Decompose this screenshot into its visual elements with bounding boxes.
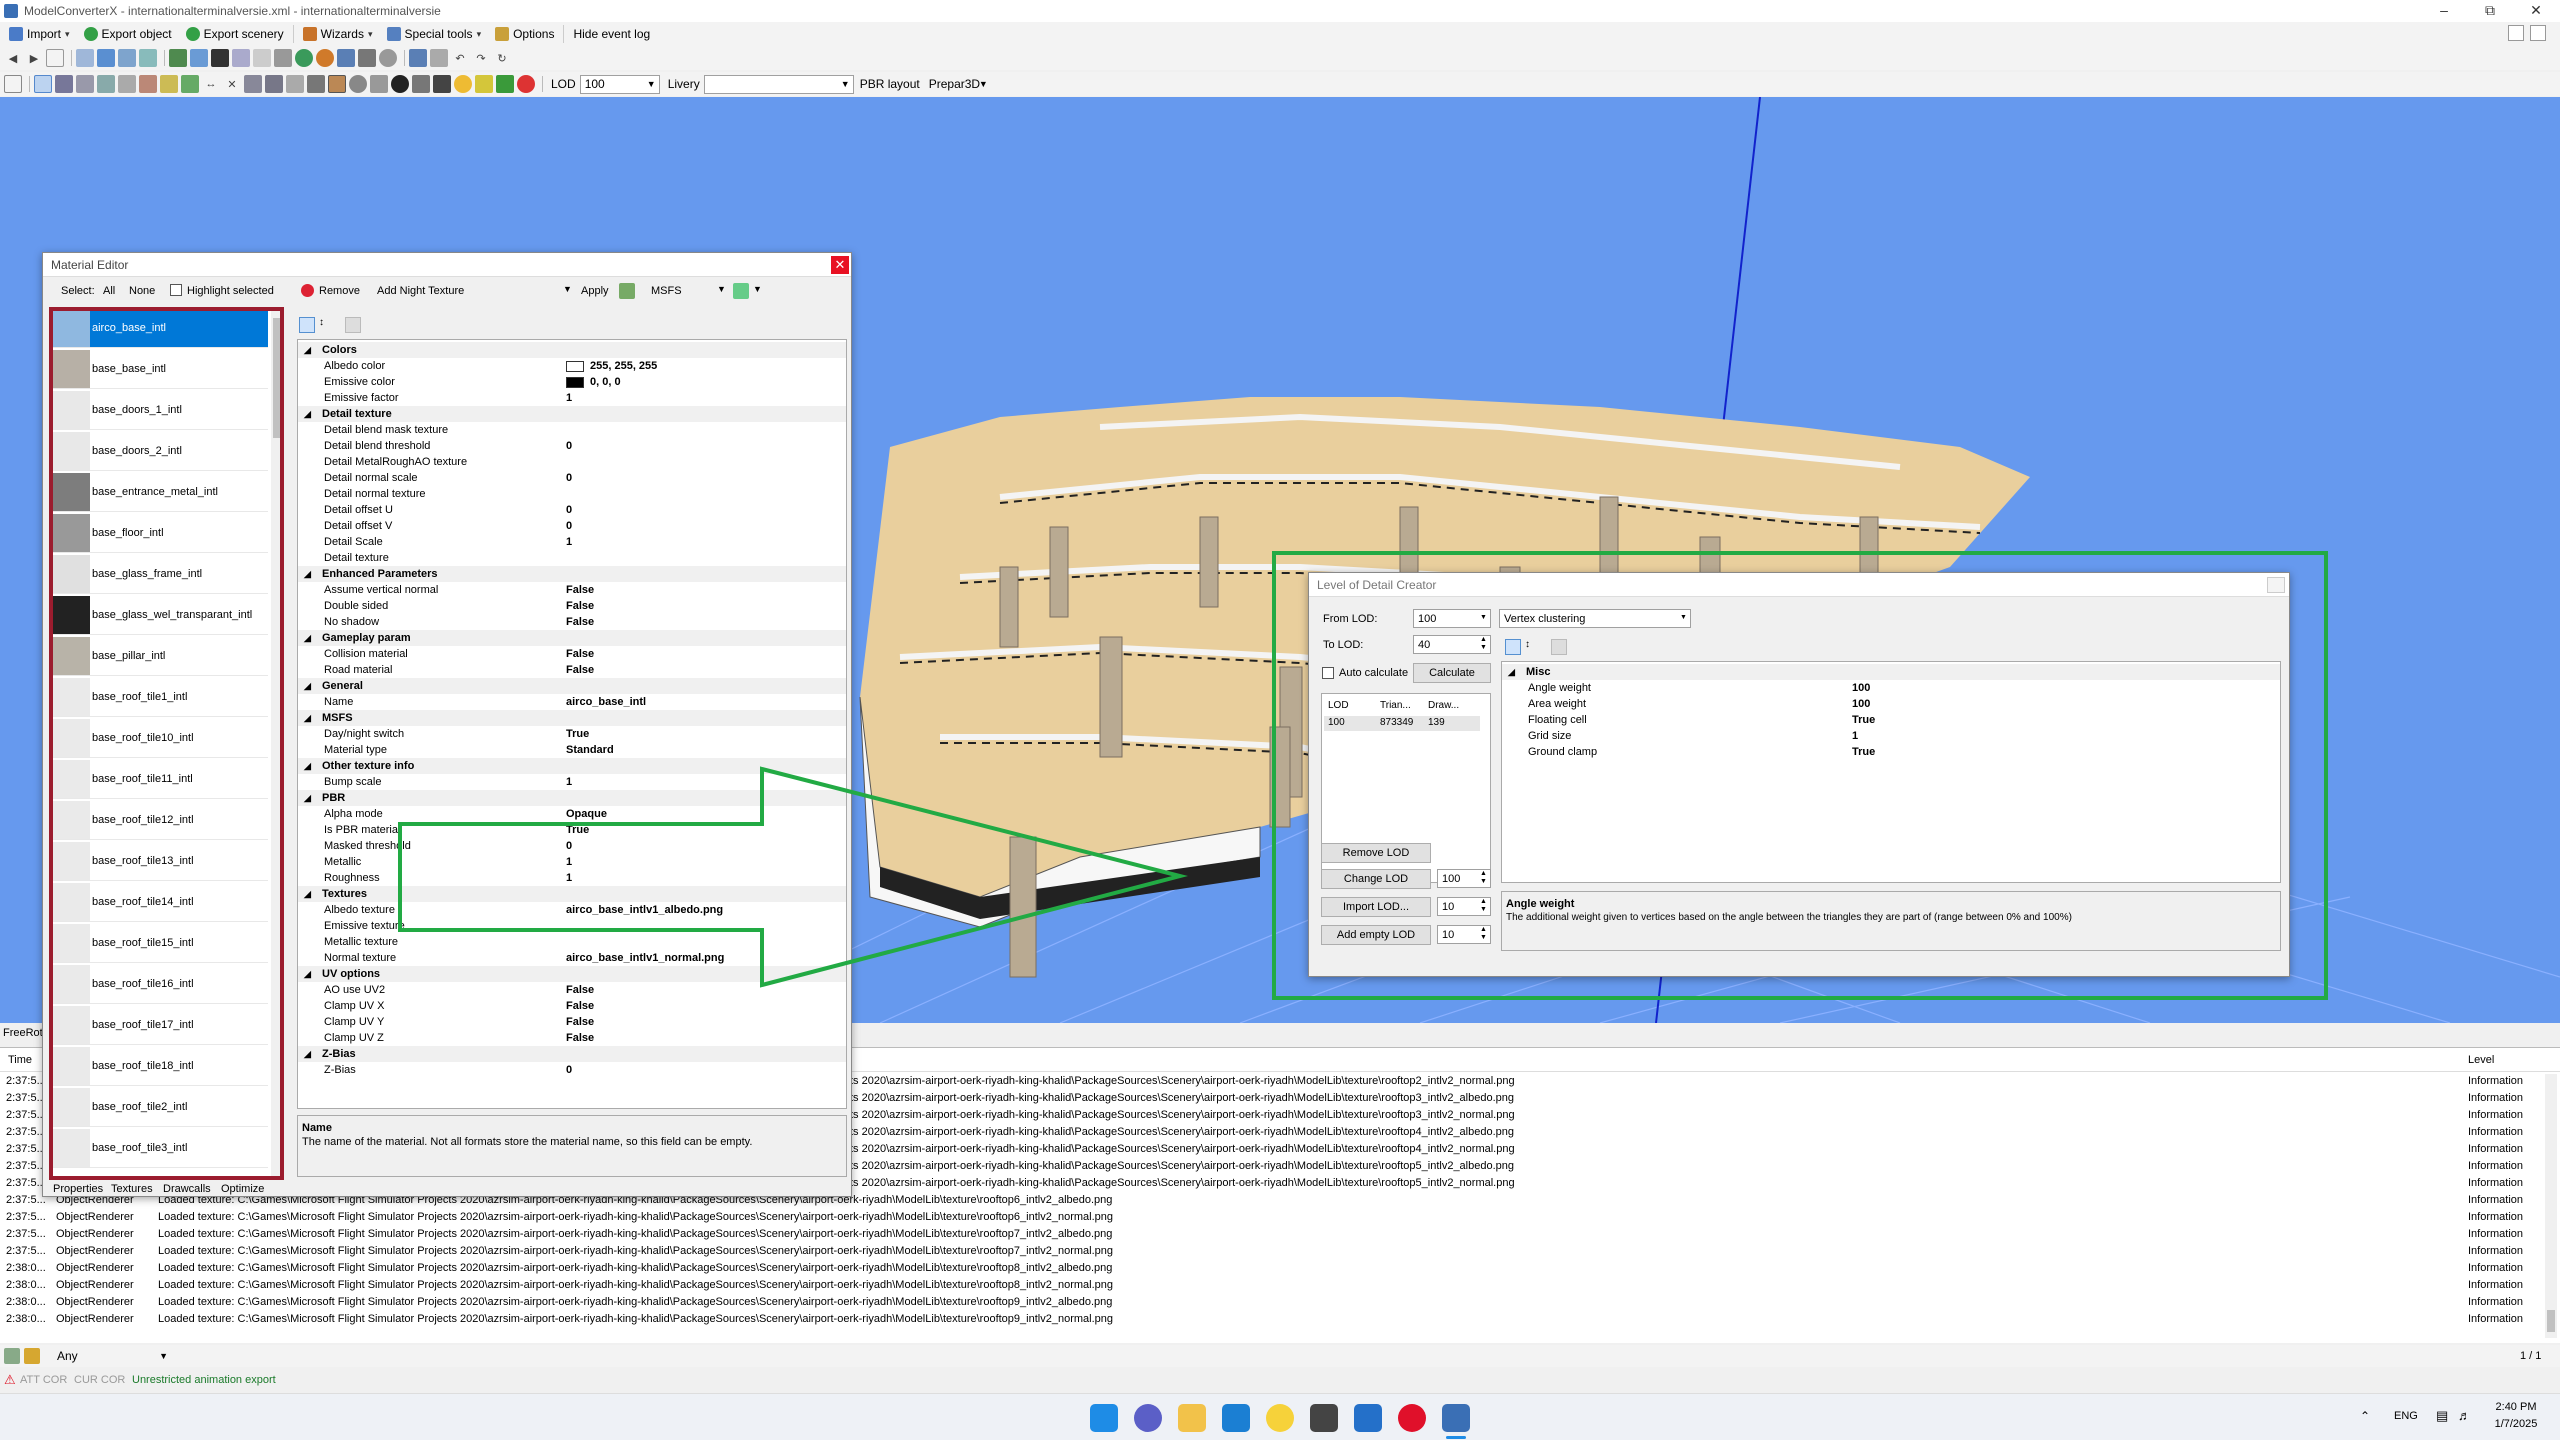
flight-sim-icon[interactable] — [1310, 1404, 1338, 1432]
lod-property-name: Area weight — [1528, 698, 1587, 710]
from-lod-value: 100 — [1418, 612, 1437, 625]
lod-row-drawcalls: 139 — [1428, 717, 1445, 728]
from-lod-label: From LOD: — [1323, 613, 1378, 625]
language-indicator[interactable]: ENG — [2394, 1410, 2418, 1422]
lod-creator-title: Level of Detail Creator — [1317, 577, 1437, 592]
taskbar: ⌃ ENG ▤ ♬ 2:40 PM 1/7/2025 — [0, 1393, 2560, 1440]
change-lod-value: 100 — [1442, 872, 1461, 885]
spinner-icon[interactable]: ▲ ▼ — [1479, 898, 1488, 914]
lod-property-name: Grid size — [1528, 730, 1572, 742]
auto-calculate-label: Auto calculate — [1339, 667, 1409, 679]
lod-creator-close-button[interactable] — [2267, 577, 2285, 593]
lod-misc-category-label: Misc — [1526, 666, 1551, 678]
calculate-button[interactable]: Calculate — [1413, 663, 1491, 683]
to-lod-value: 40 — [1418, 638, 1431, 651]
lod-creator-titlebar: Level of Detail Creator — [1309, 573, 2289, 597]
add-empty-lod-value: 10 — [1442, 928, 1455, 941]
duck-icon[interactable] — [1266, 1404, 1294, 1432]
to-lod-stepper[interactable]: 40 ▲ ▼ — [1413, 635, 1491, 654]
lod-property-name: Floating cell — [1528, 714, 1587, 726]
clock-date[interactable]: 1/7/2025 — [2486, 1418, 2546, 1430]
to-lod-label: To LOD: — [1323, 639, 1364, 651]
lod-property-rows: Angle weight 100 Area weight 100 Floating ce… — [1502, 680, 2280, 880]
lod-table-header-drawcalls: Draw... — [1428, 700, 1460, 711]
add-empty-lod-stepper[interactable]: 10 ▲ ▼ — [1437, 925, 1491, 944]
spinner-icon[interactable]: ▲ ▼ — [1479, 870, 1488, 886]
lod-table-header-lod: LOD — [1328, 700, 1349, 711]
green-arrow — [398, 766, 1188, 988]
change-lod-stepper[interactable]: 100 ▲ ▼ — [1437, 869, 1491, 888]
chat-icon[interactable] — [1134, 1404, 1162, 1432]
change-lod-button[interactable]: Change LOD — [1321, 869, 1431, 889]
collapse-icon: ◢ — [1508, 666, 1515, 677]
lod-property-value[interactable]: True — [1852, 746, 1875, 758]
lod-misc-category[interactable]: ◢ Misc — [1502, 664, 2280, 680]
import-lod-stepper[interactable]: 10 ▲ ▼ — [1437, 897, 1491, 916]
spinner-icon[interactable]: ▲ ▼ — [1479, 636, 1488, 652]
spinner-icon[interactable]: ▲ ▼ — [1479, 926, 1488, 942]
add-empty-lod-button[interactable]: Add empty LOD — [1321, 925, 1431, 945]
app-icon-blue[interactable] — [1354, 1404, 1382, 1432]
lod-table-header-triangles: Trian... — [1380, 700, 1411, 711]
lod-creator-window: Level of Detail Creator From LOD: 100 ▼ V… — [1308, 572, 2290, 977]
lod-property-row[interactable]: Angle weight 100 — [1502, 680, 2280, 696]
lod-property-value[interactable]: True — [1852, 714, 1875, 726]
property-pages-icon[interactable] — [1551, 639, 1567, 655]
chevron-up-icon[interactable]: ⌃ — [2360, 1409, 2370, 1423]
lod-property-row[interactable]: Floating cell True — [1502, 712, 2280, 728]
lod-property-grid: ◢ Misc Angle weight 100 Area weight 100 Float… — [1501, 661, 2281, 883]
method-value: Vertex clustering — [1504, 612, 1586, 625]
lod-property-row[interactable]: Grid size 1 — [1502, 728, 2280, 744]
chevron-down-icon: ▼ — [1680, 614, 1687, 621]
chevron-down-icon: ▼ — [1480, 614, 1487, 621]
active-app-indicator — [1446, 1436, 1466, 1439]
method-select[interactable]: Vertex clustering ▼ — [1499, 609, 1691, 628]
alphabetical-icon[interactable]: ↕ — [1525, 639, 1541, 655]
lod-description-text: The additional weight given to vertices … — [1506, 912, 2072, 923]
lod-property-row[interactable]: Area weight 100 — [1502, 696, 2280, 712]
clock-time[interactable]: 2:40 PM — [2486, 1401, 2546, 1413]
from-lod-select[interactable]: 100 ▼ — [1413, 609, 1491, 628]
volume-icon[interactable]: ♬ — [2458, 1408, 2471, 1423]
import-lod-value: 10 — [1442, 900, 1455, 913]
excel-like-icon[interactable] — [1222, 1404, 1250, 1432]
lod-property-value[interactable]: 100 — [1852, 682, 1870, 694]
opera-icon[interactable] — [1398, 1404, 1426, 1432]
lod-property-row[interactable]: Ground clamp True — [1502, 744, 2280, 760]
modelconverterx-taskbar-icon[interactable] — [1442, 1404, 1470, 1432]
auto-calculate-checkbox[interactable] — [1322, 667, 1334, 679]
import-lod-button[interactable]: Import LOD... — [1321, 897, 1431, 917]
network-icon[interactable]: ▤ — [2436, 1408, 2448, 1424]
lod-description-panel: Angle weight The additional weight given… — [1501, 891, 2281, 951]
remove-lod-button[interactable]: Remove LOD — [1321, 843, 1431, 863]
lod-property-value[interactable]: 1 — [1852, 730, 1858, 742]
file-explorer-icon[interactable] — [1178, 1404, 1206, 1432]
start-icon[interactable] — [1090, 1404, 1118, 1432]
categorized-icon[interactable] — [1505, 639, 1521, 655]
lod-row-triangles: 873349 — [1380, 717, 1414, 728]
lod-table-row[interactable]: 100 873349 139 — [1324, 716, 1480, 731]
lod-property-name: Ground clamp — [1528, 746, 1598, 758]
lod-row-lod: 100 — [1328, 717, 1345, 728]
lod-description-title: Angle weight — [1506, 898, 1575, 910]
lod-property-value[interactable]: 100 — [1852, 698, 1870, 710]
lod-property-name: Angle weight — [1528, 682, 1591, 694]
